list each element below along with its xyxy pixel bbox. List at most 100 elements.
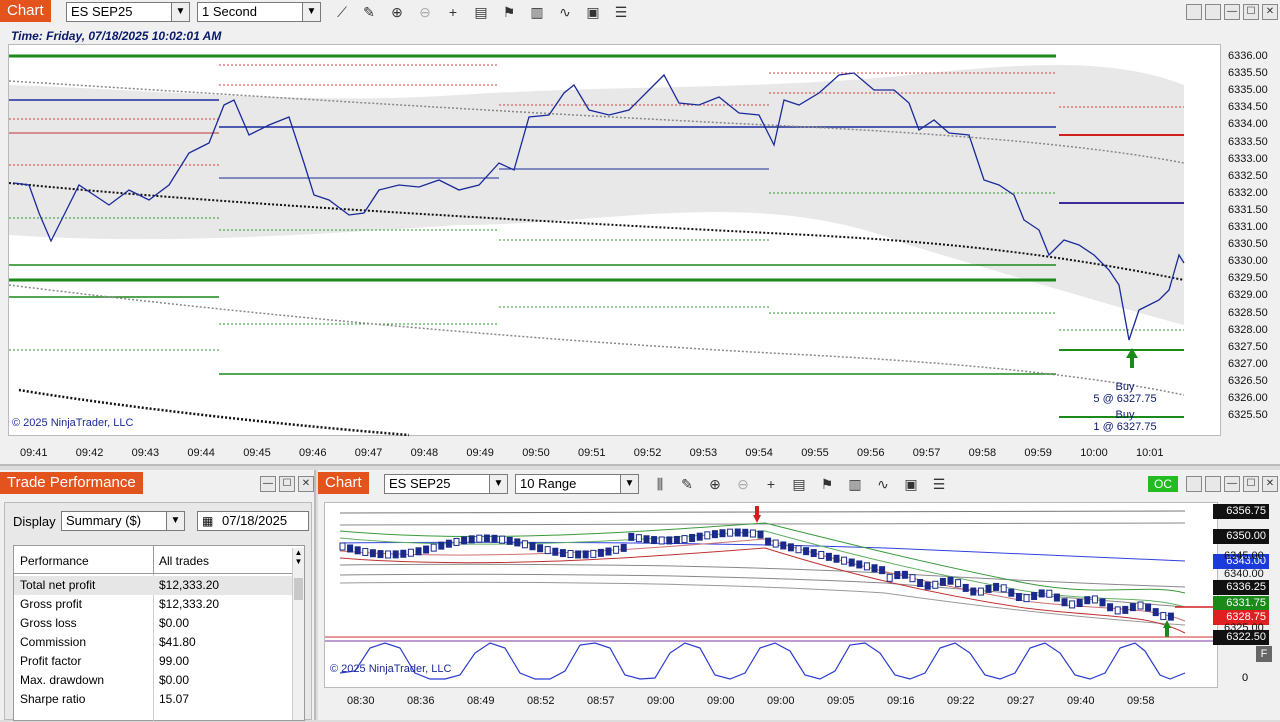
table-row[interactable]: Max. drawdown $0.00 <box>14 671 294 690</box>
interval-select[interactable]: 1 Second ▼ <box>197 2 321 22</box>
col-performance[interactable]: Performance <box>20 554 89 568</box>
chevron-down-icon[interactable]: ▼ <box>166 512 184 530</box>
buy-label: Buy <box>1115 409 1135 421</box>
zoom-in-icon[interactable]: ⊕ <box>705 474 725 494</box>
candle <box>924 581 931 590</box>
vertical-scrollbar[interactable]: ▲ ▼ <box>292 548 304 720</box>
bottom-interval-select[interactable]: 10 Range ▼ <box>515 474 639 494</box>
time-axis-label: 09:45 <box>243 447 271 459</box>
scroll-thumb[interactable] <box>294 578 303 600</box>
candle <box>879 566 886 575</box>
price-axis-label: 6330.50 <box>1228 238 1268 251</box>
instrument-value: ES SEP25 <box>71 4 133 19</box>
pencil-icon[interactable]: ✎ <box>359 2 379 22</box>
scroll-down-icon[interactable]: ▼ <box>293 557 304 566</box>
template-icon[interactable]: ▣ <box>583 2 603 22</box>
maximize-icon[interactable]: ☐ <box>279 476 295 492</box>
chevron-down-icon[interactable]: ▼ <box>489 475 507 493</box>
bottom-instrument-select[interactable]: ES SEP25 ▼ <box>384 474 508 494</box>
line-chart-icon[interactable]: ⟋ <box>332 2 352 22</box>
display-select[interactable]: Summary ($) ▼ <box>61 511 185 531</box>
time-axis-label: 09:59 <box>1024 447 1052 459</box>
tile-icon[interactable] <box>1186 4 1202 20</box>
row-value: $12,333.20 <box>159 597 220 611</box>
indicator-f-button[interactable]: F <box>1256 646 1272 662</box>
minimize-icon[interactable]: — <box>260 476 276 492</box>
zoom-in-icon[interactable]: ⊕ <box>387 2 407 22</box>
table-row[interactable]: Gross loss $0.00 <box>14 614 294 633</box>
col-divider <box>153 546 154 574</box>
close-icon[interactable]: ✕ <box>1262 4 1278 20</box>
time-header: Time: Friday, 07/18/2025 10:02:01 AM <box>11 29 222 43</box>
display-label: Display <box>13 514 56 529</box>
list-icon[interactable]: ☰ <box>929 474 949 494</box>
template-icon[interactable]: ▣ <box>901 474 921 494</box>
candle <box>1000 584 1007 593</box>
date-picker[interactable]: ▦ 07/18/2025 <box>197 511 309 531</box>
candle <box>780 541 787 550</box>
candle <box>1038 589 1045 598</box>
col-all-trades[interactable]: All trades <box>159 554 209 568</box>
table-row[interactable]: Commission $41.80 <box>14 633 294 652</box>
tile-icon[interactable] <box>1205 476 1221 492</box>
close-icon[interactable]: ✕ <box>1262 476 1278 492</box>
crosshair-icon[interactable]: + <box>443 2 463 22</box>
tile-icon[interactable] <box>1205 4 1221 20</box>
candle <box>514 538 521 547</box>
trade-performance-tab[interactable]: Trade Performance <box>0 472 143 494</box>
top-plot-area[interactable] <box>8 44 1221 437</box>
crosshair-icon[interactable]: + <box>761 474 781 494</box>
list-icon[interactable]: ☰ <box>611 2 631 22</box>
price-axis-label: 6328.50 <box>1228 306 1268 319</box>
top-chart-tab[interactable]: Chart <box>0 0 51 22</box>
zoom-out-icon[interactable]: ⊖ <box>415 2 435 22</box>
table-row[interactable]: Gross profit $12,333.20 <box>14 595 294 614</box>
candle <box>841 556 848 565</box>
maximize-icon[interactable]: ☐ <box>1243 4 1259 20</box>
candle <box>1137 601 1144 610</box>
table-row[interactable]: Profit factor 99.00 <box>14 652 294 671</box>
bar-chart-icon[interactable]: ▥ <box>527 2 547 22</box>
chevron-down-icon[interactable]: ▼ <box>302 3 320 21</box>
candle <box>643 535 650 544</box>
minimize-icon[interactable]: — <box>1224 476 1240 492</box>
indicator-icon[interactable]: ∿ <box>873 474 893 494</box>
close-icon[interactable]: ✕ <box>298 476 314 492</box>
candle <box>681 535 688 544</box>
table-row[interactable]: Total net profit $12,333.20 <box>14 576 294 595</box>
table-row[interactable]: Sharpe ratio 15.07 <box>14 690 294 709</box>
chevron-down-icon[interactable]: ▼ <box>620 475 638 493</box>
price-axis-label: 6328.00 <box>1228 323 1268 336</box>
chevron-down-icon[interactable]: ▼ <box>171 3 189 21</box>
candle <box>597 548 604 557</box>
time-axis-label: 08:57 <box>587 695 615 707</box>
minimize-icon[interactable]: — <box>1224 4 1240 20</box>
table-header: Performance All trades <box>14 546 294 574</box>
candle <box>848 558 855 567</box>
candle <box>742 528 749 537</box>
strategy-icon[interactable]: ⚑ <box>817 474 837 494</box>
instrument-select[interactable]: ES SEP25 ▼ <box>66 2 190 22</box>
tile-icon[interactable] <box>1186 476 1202 492</box>
strategy-icon[interactable]: ⚑ <box>499 2 519 22</box>
scroll-up-icon[interactable]: ▲ <box>293 548 304 557</box>
sell-arrow-marker <box>753 515 761 523</box>
maximize-icon[interactable]: ☐ <box>1243 476 1259 492</box>
time-axis-label: 09:16 <box>887 695 915 707</box>
pencil-icon[interactable]: ✎ <box>677 474 697 494</box>
candle <box>1091 595 1098 604</box>
volatility-band <box>9 65 1184 325</box>
oc-badge[interactable]: OC <box>1148 476 1178 492</box>
bar-type-icon[interactable]: ⫼ <box>650 474 670 494</box>
date-value: 07/18/2025 <box>222 513 288 528</box>
indicator-icon[interactable]: ∿ <box>555 2 575 22</box>
bottom-chart-tab[interactable]: Chart <box>318 472 369 494</box>
properties-icon[interactable]: ▤ <box>789 474 809 494</box>
bar-chart-icon[interactable]: ▥ <box>845 474 865 494</box>
candle <box>453 537 460 546</box>
properties-icon[interactable]: ▤ <box>471 2 491 22</box>
candle <box>803 547 810 556</box>
zoom-out-icon[interactable]: ⊖ <box>733 474 753 494</box>
bottom-plot-area[interactable] <box>324 502 1219 688</box>
candle <box>392 550 399 559</box>
